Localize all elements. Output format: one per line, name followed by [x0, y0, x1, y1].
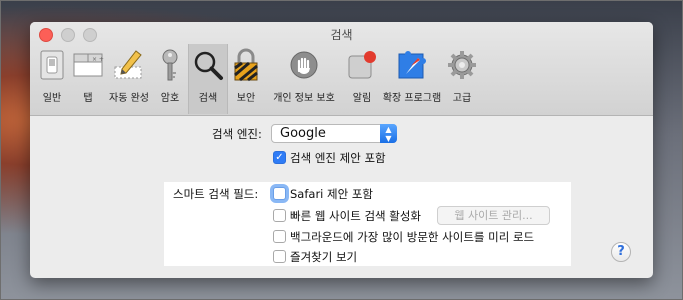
gear-icon: [445, 48, 479, 82]
title-bar: 검색 일반 × + 탭 자동 완성 암호 검색 보안 개인 정보 보호 알림 확…: [30, 22, 653, 116]
preferences-toolbar: 일반 × + 탭 자동 완성 암호 검색 보안 개인 정보 보호 알림 확장 프…: [34, 44, 480, 114]
general-switch-icon: [35, 48, 69, 82]
chevron-updown-icon: ▲ ▼: [380, 124, 397, 143]
preload-top-hit-label: 백그라운드에 가장 많이 방문한 사이트를 미리 로드: [290, 230, 535, 244]
search-engine-select[interactable]: Google ▲ ▼: [271, 124, 397, 143]
key-icon: [153, 48, 187, 82]
notification-badge-icon: [345, 48, 379, 82]
tab-label: 개인 정보 보호: [273, 93, 335, 104]
tab-privacy[interactable]: 개인 정보 보호: [264, 44, 344, 114]
show-favorites-checkbox[interactable]: [273, 250, 286, 263]
tab-general[interactable]: 일반: [34, 44, 70, 114]
padlock-icon: [229, 48, 263, 82]
tab-label: 암호: [160, 93, 180, 104]
tab-label: 자동 완성: [109, 93, 149, 104]
tab-label: 검색: [198, 93, 218, 104]
safari-suggestions-checkbox[interactable]: [273, 187, 286, 200]
quick-website-search-checkbox[interactable]: [273, 209, 286, 222]
magnifier-icon: [191, 48, 225, 82]
search-engine-label: 검색 엔진:: [212, 127, 262, 141]
tab-notifications[interactable]: 알림: [344, 44, 380, 114]
tab-advanced[interactable]: 고급: [444, 44, 480, 114]
show-favorites-label: 즐겨찾기 보기: [290, 250, 358, 264]
tab-label: 일반: [42, 93, 62, 104]
tab-label: 고급: [452, 93, 472, 104]
tab-autofill[interactable]: 자동 완성: [106, 44, 152, 114]
include-engine-suggestions-label: 검색 엔진 제안 포함: [290, 151, 386, 165]
tab-passwords[interactable]: 암호: [152, 44, 188, 114]
manage-websites-button[interactable]: 웹 사이트 관리...: [437, 206, 550, 225]
tab-label: 보안: [236, 93, 256, 104]
safari-suggestions-label: Safari 제안 포함: [290, 187, 373, 201]
search-engine-value: Google: [280, 126, 326, 141]
puzzle-compass-icon: [395, 48, 429, 82]
window-title: 검색: [330, 28, 353, 42]
smart-search-field-label: 스마트 검색 필드:: [173, 187, 259, 201]
search-pane: 검색 엔진: Google ▲ ▼ ✓ 검색 엔진 제안 포함 스마트 검색 필드…: [30, 116, 653, 278]
preferences-window: 검색 일반 × + 탭 자동 완성 암호 검색 보안 개인 정보 보호 알림 확…: [30, 22, 653, 278]
quick-website-search-label: 빠른 웹 사이트 검색 활성화: [290, 209, 422, 223]
svg-text:× +: × +: [92, 56, 104, 63]
tab-label: 알림: [352, 93, 372, 104]
pencil-form-icon: [112, 48, 146, 82]
tab-label: 확장 프로그램: [382, 93, 442, 104]
tab-security[interactable]: 보안: [228, 44, 264, 114]
tab-search[interactable]: 검색: [188, 44, 228, 114]
include-engine-suggestions-checkbox[interactable]: ✓: [273, 151, 286, 164]
hand-icon: [287, 48, 321, 82]
tabs-icon: × +: [71, 48, 105, 82]
tab-tabs[interactable]: × + 탭: [70, 44, 106, 114]
tab-extensions[interactable]: 확장 프로그램: [380, 44, 444, 114]
tab-label: 탭: [83, 93, 93, 104]
preload-top-hit-checkbox[interactable]: [273, 230, 286, 243]
help-button[interactable]: ?: [611, 242, 631, 262]
